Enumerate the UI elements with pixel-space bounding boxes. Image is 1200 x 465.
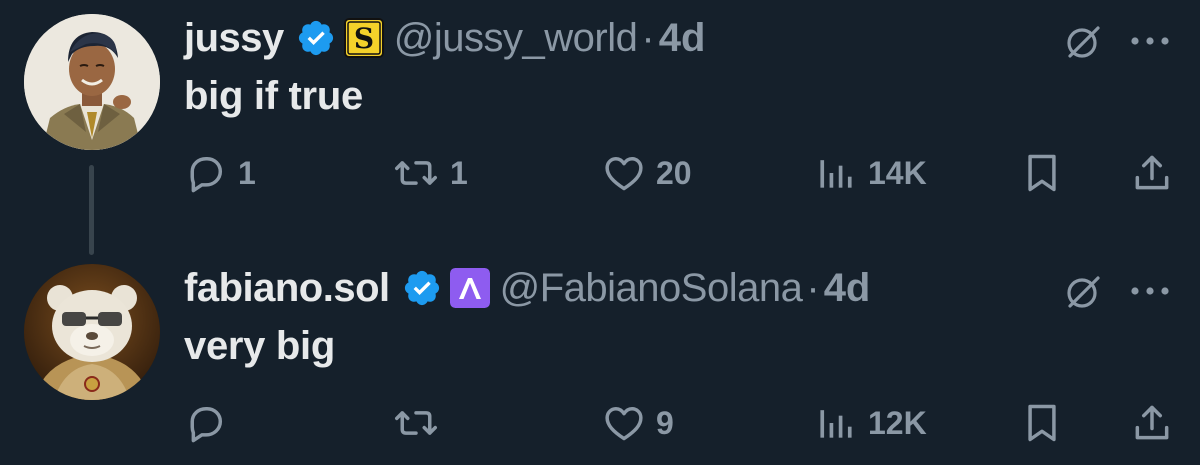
- reply-icon: [190, 406, 223, 443]
- separator-dot: ·: [806, 265, 820, 310]
- bookmark-icon: [1028, 404, 1056, 442]
- retweet-count: 1: [450, 154, 468, 191]
- user-handle[interactable]: @jussy_world: [394, 16, 638, 61]
- share-icon: [1135, 405, 1169, 440]
- share-button[interactable]: [1130, 148, 1174, 198]
- more-options-icon[interactable]: [1128, 284, 1172, 298]
- thread-connector-line: [89, 165, 94, 255]
- like-count: 20: [656, 154, 692, 191]
- gothic-s-badge-icon[interactable]: S: [343, 18, 384, 58]
- verified-badge-icon: [404, 270, 439, 306]
- share-button[interactable]: [1130, 398, 1174, 448]
- tweet-actions: 9 12K: [184, 398, 1174, 448]
- reply-button[interactable]: [184, 398, 238, 448]
- timestamp[interactable]: 4d: [659, 16, 706, 61]
- bookmark-button[interactable]: [1022, 148, 1062, 198]
- analytics-icon: [820, 410, 852, 438]
- heart-icon: [605, 406, 643, 441]
- retweet-icon: [395, 161, 437, 185]
- display-name[interactable]: fabiano.sol: [184, 266, 390, 311]
- thread-view: jussy S @jussy_world · 4d big if true 1 …: [0, 0, 1200, 465]
- reply-button[interactable]: 1: [184, 148, 256, 198]
- tweet-actions: 1 1 20 14K: [184, 148, 1174, 198]
- bookmark-icon: [1028, 154, 1056, 192]
- view-count: 14K: [868, 154, 927, 191]
- avatar[interactable]: [24, 14, 160, 150]
- more-options-icon[interactable]: [1128, 34, 1172, 48]
- analytics-icon: [820, 160, 852, 188]
- avatar[interactable]: [24, 264, 160, 400]
- retweet-icon: [395, 411, 437, 435]
- like-button[interactable]: 20: [602, 148, 692, 198]
- retweet-button[interactable]: 1: [392, 148, 468, 198]
- tweet-header: fabiano.sol @FabianoSolana · 4d: [184, 262, 870, 314]
- tweet[interactable]: fabiano.sol @FabianoSolana · 4d very big: [0, 250, 1200, 465]
- panda-with-glasses-avatar: [24, 264, 160, 400]
- grok-icon[interactable]: [1062, 272, 1102, 312]
- views-button[interactable]: 14K: [814, 148, 927, 198]
- tweet-header: jussy S @jussy_world · 4d: [184, 12, 705, 64]
- heart-icon: [605, 156, 643, 191]
- verified-badge-icon: [298, 20, 333, 56]
- reply-icon: [190, 156, 223, 193]
- tweet-text: very big: [184, 324, 335, 368]
- display-name[interactable]: jussy: [184, 16, 284, 61]
- like-count: 9: [656, 404, 674, 441]
- cartoon-man-in-suit-avatar: [24, 14, 160, 150]
- timestamp[interactable]: 4d: [824, 266, 871, 311]
- retweet-button[interactable]: [392, 398, 450, 448]
- views-button[interactable]: 12K: [814, 398, 927, 448]
- purple-a-badge-icon[interactable]: [449, 268, 490, 308]
- separator-dot: ·: [641, 15, 655, 60]
- tweet[interactable]: jussy S @jussy_world · 4d big if true 1 …: [0, 0, 1200, 230]
- like-button[interactable]: 9: [602, 398, 674, 448]
- view-count: 12K: [868, 404, 927, 441]
- reply-count: 1: [238, 154, 256, 191]
- tweet-text: big if true: [184, 74, 363, 118]
- share-icon: [1135, 155, 1169, 190]
- grok-icon[interactable]: [1062, 22, 1102, 62]
- bookmark-button[interactable]: [1022, 398, 1062, 448]
- user-handle[interactable]: @FabianoSolana: [500, 266, 803, 311]
- svg-text:S: S: [354, 22, 374, 55]
